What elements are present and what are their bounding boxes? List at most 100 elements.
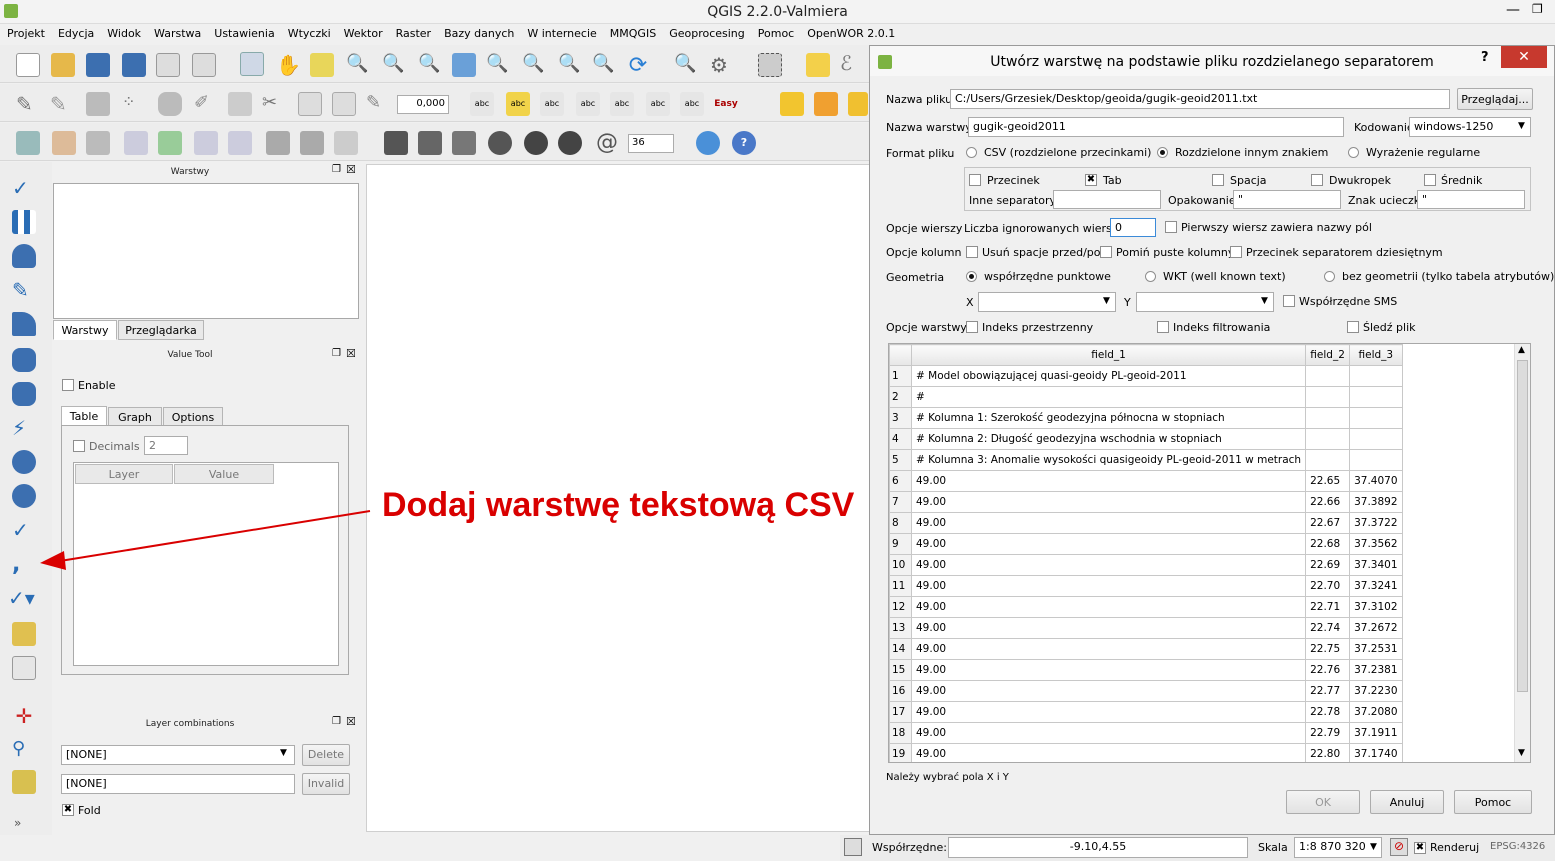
browse-button[interactable]: Przeglądaj... [1457,88,1533,110]
table-row[interactable]: 2 # [889,386,1403,408]
coordinates-input[interactable]: -9.10,4.55 [948,837,1248,858]
scale-select[interactable]: 1:8 870 320 [1294,837,1382,858]
table-cell[interactable]: 22.80 [1305,743,1351,762]
table-cell[interactable]: 22.68 [1305,533,1351,555]
table-cell[interactable]: 22.66 [1305,491,1351,513]
table-cell[interactable]: 49.00 [910,722,1307,744]
sep-colon-checkbox[interactable] [1311,174,1323,186]
table-cell[interactable]: 37.3241 [1349,575,1403,597]
subset-index-checkbox[interactable] [1157,321,1169,333]
header-row-checkbox[interactable] [1165,221,1177,233]
table-cell[interactable]: 49.00 [910,554,1307,576]
table-cell[interactable]: 37.3892 [1349,491,1403,513]
dialog-help-icon[interactable]: ? [1481,50,1489,65]
table-row[interactable]: 13 49.00 22.74 37.2672 [889,617,1403,639]
table-cell[interactable]: 22.77 [1305,680,1351,702]
render-checkbox[interactable]: ✖ [1414,842,1426,854]
table-cell[interactable]: 22.76 [1305,659,1351,681]
table-cell[interactable]: # [910,386,1307,408]
table-cell[interactable] [1305,428,1351,450]
table-cell[interactable]: 22.74 [1305,617,1351,639]
scrollbar-thumb[interactable] [1517,360,1528,692]
table-row[interactable]: 11 49.00 22.70 37.3241 [889,575,1403,597]
table-row[interactable]: 8 49.00 22.67 37.3722 [889,512,1403,534]
table-cell[interactable] [1305,449,1351,471]
table-row[interactable]: 7 49.00 22.66 37.3892 [889,491,1403,513]
table-cell[interactable] [1349,407,1403,429]
table-row[interactable]: 3 # Kolumna 1: Szerokość geodezyjna półno… [889,407,1403,429]
chevron-down-icon[interactable]: ▼ [1103,296,1110,306]
table-row[interactable]: 1 # Model obowiązującej quasi-geoidy PL-g… [889,365,1403,387]
table-cell[interactable]: 49.00 [910,575,1307,597]
scroll-up-icon[interactable]: ▲ [1518,345,1525,355]
table-row[interactable]: 18 49.00 22.79 37.1911 [889,722,1403,744]
table-cell[interactable]: 22.71 [1305,596,1351,618]
table-cell[interactable]: 49.00 [910,533,1307,555]
table-row[interactable]: 10 49.00 22.69 37.3401 [889,554,1403,576]
sample-data-table[interactable]: field_1 field_2 field_3 1 # Model obowiązuj… [888,343,1531,763]
table-cell[interactable]: 37.3401 [1349,554,1403,576]
table-cell[interactable]: 22.79 [1305,722,1351,744]
trim-fields-checkbox[interactable] [966,246,978,258]
escape-input[interactable]: " [1417,190,1525,209]
table-cell[interactable]: 37.3562 [1349,533,1403,555]
table-cell[interactable]: 49.00 [910,491,1307,513]
column-header-2[interactable]: field_2 [1305,344,1351,366]
table-cell[interactable]: 37.3722 [1349,512,1403,534]
table-cell[interactable]: 49.00 [910,596,1307,618]
chevron-down-icon[interactable]: ▼ [1518,121,1525,131]
y-field-select[interactable] [1136,292,1274,312]
table-cell[interactable]: 37.4070 [1349,470,1403,492]
epsg-label[interactable]: EPSG:4326 [1490,841,1545,852]
table-cell[interactable]: 49.00 [910,638,1307,660]
skip-lines-spinbox[interactable]: 0 [1110,218,1156,237]
table-cell[interactable] [1349,365,1403,387]
sep-tab-checkbox[interactable]: ✖ [1085,174,1097,186]
chevron-down-icon[interactable]: ▼ [1261,296,1268,306]
layer-name-input[interactable]: gugik-geoid2011 [968,117,1344,137]
table-row[interactable]: 14 49.00 22.75 37.2531 [889,638,1403,660]
table-cell[interactable] [1305,407,1351,429]
table-cell[interactable]: 22.70 [1305,575,1351,597]
table-cell[interactable]: # Kolumna 3: Anomalie wysokości quasigeo… [910,449,1307,471]
chevron-down-icon[interactable]: ▼ [1370,842,1377,852]
sep-semicolon-checkbox[interactable] [1424,174,1436,186]
table-cell[interactable]: 49.00 [910,617,1307,639]
ok-button[interactable]: OK [1286,790,1360,814]
table-row[interactable]: 15 49.00 22.76 37.2381 [889,659,1403,681]
sep-space-checkbox[interactable] [1212,174,1224,186]
table-cell[interactable]: 37.1740 [1349,743,1403,762]
table-cell[interactable] [1349,449,1403,471]
table-cell[interactable]: 22.67 [1305,512,1351,534]
table-cell[interactable]: 22.69 [1305,554,1351,576]
format-csv-radio[interactable] [966,147,977,158]
table-cell[interactable]: 37.2080 [1349,701,1403,723]
table-cell[interactable]: 37.3102 [1349,596,1403,618]
table-cell[interactable]: 22.78 [1305,701,1351,723]
table-cell[interactable] [1349,386,1403,408]
table-cell[interactable]: 37.2230 [1349,680,1403,702]
table-row[interactable]: 9 49.00 22.68 37.3562 [889,533,1403,555]
table-cell[interactable]: # Kolumna 1: Szerokość geodezyjna północ… [910,407,1307,429]
table-cell[interactable]: 49.00 [910,743,1307,762]
table-cell[interactable]: 37.2381 [1349,659,1403,681]
table-cell[interactable]: 49.00 [910,680,1307,702]
table-cell[interactable] [1305,386,1351,408]
scroll-down-icon[interactable]: ▼ [1518,748,1525,758]
geom-point-radio[interactable] [966,271,977,282]
table-row[interactable]: 12 49.00 22.71 37.3102 [889,596,1403,618]
discard-empty-checkbox[interactable] [1100,246,1112,258]
table-cell[interactable]: 49.00 [910,659,1307,681]
column-header-1[interactable]: field_1 [910,344,1307,366]
cancel-button[interactable]: Anuluj [1370,790,1444,814]
table-cell[interactable] [1349,428,1403,450]
sep-comma-checkbox[interactable] [969,174,981,186]
format-regex-radio[interactable] [1348,147,1359,158]
file-name-input[interactable]: C:/Users/Grzesiek/Desktop/geoida/gugik-g… [950,89,1450,109]
table-cell[interactable]: 22.65 [1305,470,1351,492]
table-cell[interactable]: 22.75 [1305,638,1351,660]
geom-none-radio[interactable] [1324,271,1335,282]
table-cell[interactable]: # Model obowiązującej quasi-geoidy PL-ge… [910,365,1307,387]
table-cell[interactable]: 49.00 [910,512,1307,534]
dms-checkbox[interactable] [1283,295,1295,307]
